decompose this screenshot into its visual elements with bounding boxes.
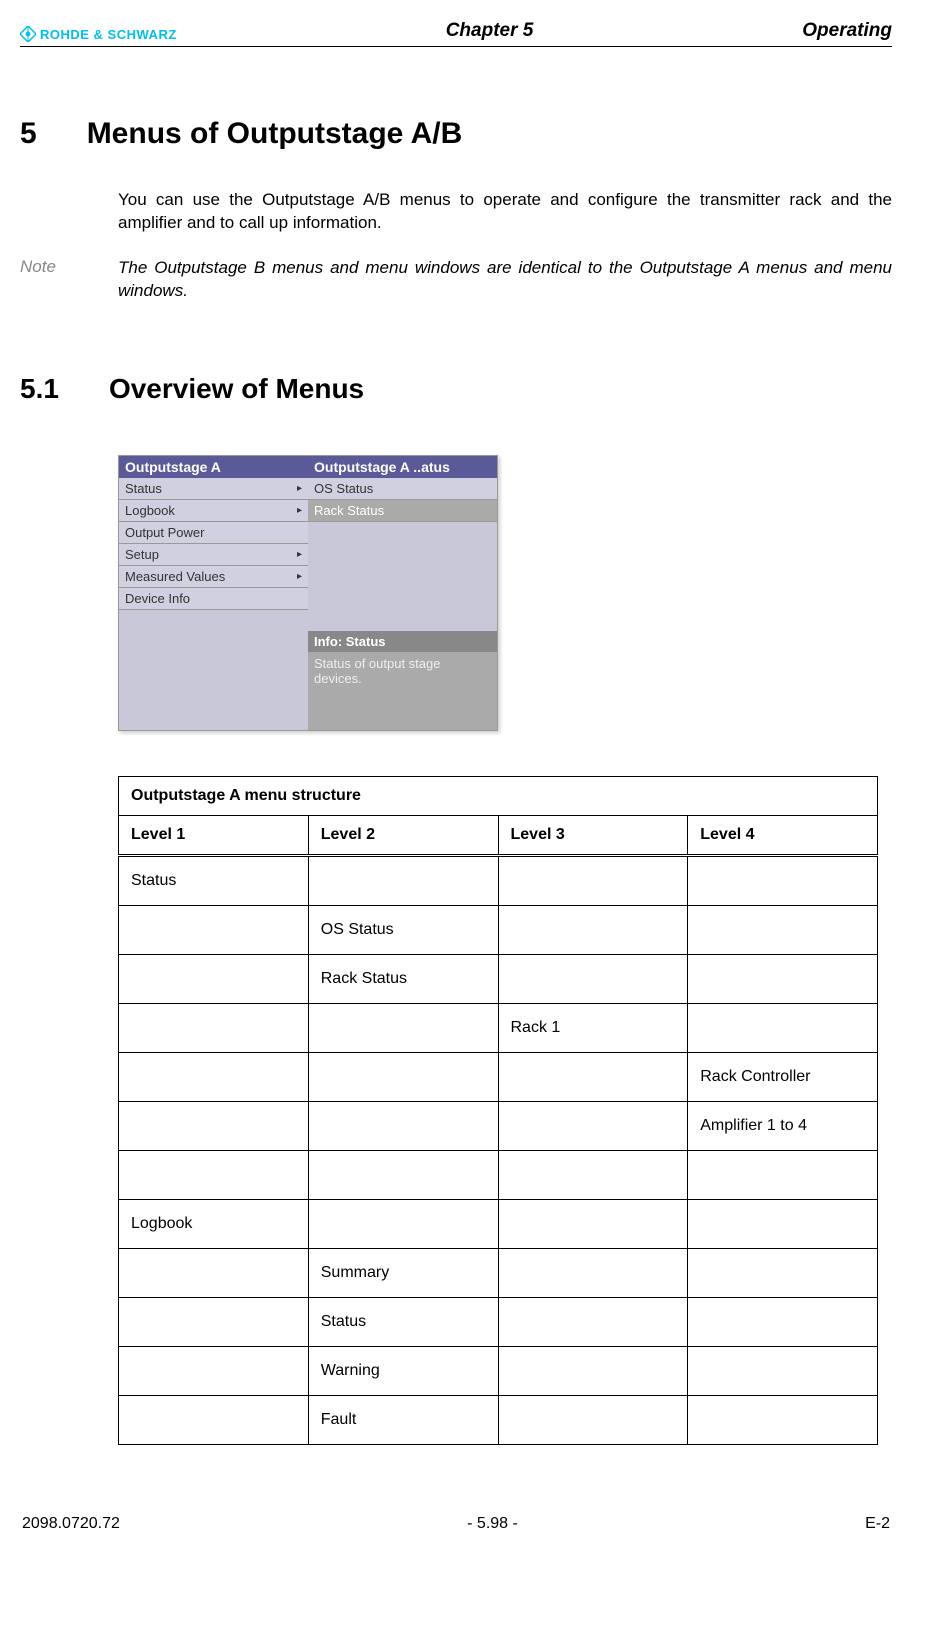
- submenu-item-os-status[interactable]: OS Status: [308, 478, 497, 500]
- heading-2-number: 5.1: [20, 373, 59, 405]
- submenu-arrow-icon: ▸: [297, 571, 302, 582]
- brand-logo: ROHDE & SCHWARZ: [20, 26, 177, 42]
- table-row: Status: [119, 1297, 878, 1346]
- submenu-arrow-icon: ▸: [297, 505, 302, 516]
- left-panel-header: Outputstage A: [119, 456, 308, 478]
- menu-item-label: Setup: [125, 547, 159, 562]
- menu-item-logbook[interactable]: Logbook ▸: [119, 500, 308, 522]
- left-panel-fill: [119, 610, 308, 730]
- page-footer: 2098.0720.72 - 5.98 - E-2: [20, 1515, 892, 1533]
- menu-item-status[interactable]: Status ▸: [119, 478, 308, 500]
- menu-item-label: Output Power: [125, 525, 205, 540]
- menu-item-setup[interactable]: Setup ▸: [119, 544, 308, 566]
- right-panel-header: Outputstage A ..atus: [308, 456, 497, 478]
- note-label: Note: [20, 257, 80, 303]
- chapter-label: Chapter 5: [446, 20, 534, 42]
- logo-text: ROHDE & SCHWARZ: [40, 27, 177, 42]
- info-panel-header: Info: Status: [308, 631, 497, 652]
- right-panel: Outputstage A ..atus OS Status Rack Stat…: [308, 456, 497, 730]
- page-header: ROHDE & SCHWARZ Chapter 5 Operating: [20, 20, 892, 47]
- menu-item-label: Measured Values: [125, 569, 225, 584]
- note-block: Note The Outputstage B menus and menu wi…: [20, 257, 892, 303]
- intro-paragraph: You can use the Outputstage A/B menus to…: [118, 189, 892, 235]
- submenu-item-rack-status[interactable]: Rack Status: [308, 500, 497, 522]
- table-row: [119, 1150, 878, 1199]
- table-row: Warning: [119, 1346, 878, 1395]
- table-row: Logbook: [119, 1199, 878, 1248]
- menu-item-measured-values[interactable]: Measured Values ▸: [119, 566, 308, 588]
- table-title: Outputstage A menu structure: [119, 776, 878, 815]
- footer-center: - 5.98 -: [467, 1515, 518, 1533]
- note-text: The Outputstage B menus and menu windows…: [118, 257, 892, 303]
- left-panel: Outputstage A Status ▸ Logbook ▸ Output …: [119, 456, 308, 730]
- logo-icon: [20, 26, 36, 42]
- heading-1: 5 Menus of Outputstage A/B: [20, 117, 892, 151]
- table-header: Level 1: [119, 815, 309, 855]
- table-header: Level 2: [308, 815, 498, 855]
- menu-item-label: Device Info: [125, 591, 190, 606]
- right-panel-fill: [308, 522, 497, 631]
- heading-2: 5.1 Overview of Menus: [20, 373, 892, 405]
- submenu-arrow-icon: ▸: [297, 483, 302, 494]
- table-row: Status: [119, 855, 878, 905]
- table-row: Amplifier 1 to 4: [119, 1101, 878, 1150]
- table-row: OS Status: [119, 905, 878, 954]
- menu-item-label: OS Status: [314, 481, 373, 496]
- menu-item-device-info[interactable]: Device Info: [119, 588, 308, 610]
- menu-item-label: Rack Status: [314, 503, 384, 518]
- table-header: Level 4: [688, 815, 878, 855]
- info-panel-body: Status of output stage devices.: [308, 652, 497, 730]
- menu-structure-table: Outputstage A menu structure Level 1 Lev…: [118, 776, 878, 1445]
- table-row: Rack Controller: [119, 1052, 878, 1101]
- table-row: Summary: [119, 1248, 878, 1297]
- menu-item-output-power[interactable]: Output Power: [119, 522, 308, 544]
- menu-item-label: Logbook: [125, 503, 175, 518]
- submenu-arrow-icon: ▸: [297, 549, 302, 560]
- table-row: Rack 1: [119, 1003, 878, 1052]
- footer-right: E-2: [865, 1515, 890, 1533]
- table-row: Rack Status: [119, 954, 878, 1003]
- heading-1-number: 5: [20, 117, 37, 151]
- heading-2-title: Overview of Menus: [109, 373, 364, 405]
- section-label: Operating: [802, 20, 892, 42]
- menu-screenshot: Outputstage A Status ▸ Logbook ▸ Output …: [118, 455, 498, 731]
- table-row: Fault: [119, 1395, 878, 1444]
- table-header: Level 3: [498, 815, 688, 855]
- footer-left: 2098.0720.72: [22, 1515, 120, 1533]
- heading-1-title: Menus of Outputstage A/B: [87, 117, 463, 151]
- menu-item-label: Status: [125, 481, 162, 496]
